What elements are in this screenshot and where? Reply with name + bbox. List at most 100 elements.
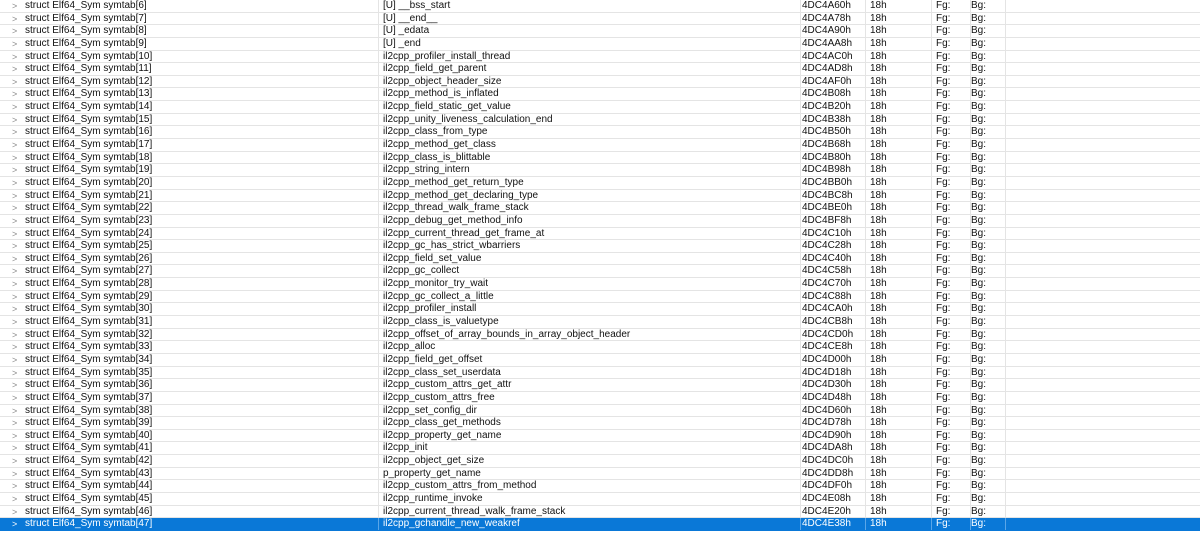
table-row[interactable]: > struct Elf64_Sym symtab[28] il2cpp_monit… [0, 278, 1200, 291]
expand-chevron-icon[interactable]: > [12, 506, 24, 518]
table-row[interactable]: > struct Elf64_Sym symtab[19] il2cpp_strin… [0, 164, 1200, 177]
table-row[interactable]: > struct Elf64_Sym symtab[9] [U] _end 4DC4A… [0, 37, 1200, 51]
expand-chevron-icon[interactable]: > [12, 316, 24, 328]
field-value-cell: il2cpp_property_get_name [383, 429, 801, 442]
expand-chevron-icon[interactable]: > [12, 164, 24, 176]
expand-chevron-icon[interactable]: > [12, 253, 24, 265]
expand-chevron-icon[interactable]: > [12, 126, 24, 138]
expand-chevron-icon[interactable]: > [12, 25, 24, 37]
table-row[interactable]: > struct Elf64_Sym symtab[37] il2cpp_custo… [0, 391, 1200, 405]
table-row[interactable]: > struct Elf64_Sym symtab[39] il2cpp_class… [0, 417, 1200, 430]
expand-chevron-icon[interactable]: > [12, 0, 24, 12]
expand-chevron-icon[interactable]: > [12, 430, 24, 442]
expand-chevron-icon[interactable]: > [12, 240, 24, 252]
expand-chevron-icon[interactable]: > [12, 367, 24, 379]
table-row[interactable]: > struct Elf64_Sym symtab[47] il2cpp_gchan… [0, 518, 1200, 531]
expand-chevron-icon[interactable]: > [12, 392, 24, 404]
table-row[interactable]: > struct Elf64_Sym symtab[40] il2cpp_prope… [0, 429, 1200, 443]
expand-chevron-icon[interactable]: > [12, 480, 24, 492]
expand-chevron-icon[interactable]: > [12, 13, 24, 25]
field-fg-cell: Fg: [936, 214, 971, 227]
table-row[interactable]: > struct Elf64_Sym symtab[16] il2cpp_class… [0, 126, 1200, 140]
empty-cell [1006, 405, 1200, 417]
empty-cell [1006, 114, 1200, 126]
field-bg-cell: Bg: [971, 290, 1006, 303]
expand-chevron-icon[interactable]: > [12, 303, 24, 315]
field-value-cell: il2cpp_current_thread_get_frame_at [383, 227, 801, 240]
expand-chevron-icon[interactable]: > [12, 177, 24, 189]
table-row[interactable]: > struct Elf64_Sym symtab[15] il2cpp_unity… [0, 113, 1200, 127]
table-row[interactable]: > struct Elf64_Sym symtab[42] il2cpp_objec… [0, 455, 1200, 468]
table-row[interactable]: > struct Elf64_Sym symtab[13] il2cpp_metho… [0, 88, 1200, 102]
expand-chevron-icon[interactable]: > [12, 88, 24, 100]
table-row[interactable]: > struct Elf64_Sym symtab[32] il2cpp_offse… [0, 328, 1200, 342]
expand-chevron-icon[interactable]: > [12, 76, 24, 88]
table-row[interactable]: > struct Elf64_Sym symtab[44] il2cpp_custo… [0, 480, 1200, 493]
field-value-cell: il2cpp_init [383, 442, 801, 454]
expand-chevron-icon[interactable]: > [12, 493, 24, 505]
table-row[interactable]: > struct Elf64_Sym symtab[31] il2cpp_class… [0, 316, 1200, 329]
expand-chevron-icon[interactable]: > [12, 152, 24, 164]
table-row[interactable]: > struct Elf64_Sym symtab[43] p_property_g… [0, 467, 1200, 481]
table-row[interactable]: > struct Elf64_Sym symtab[35] il2cpp_class… [0, 366, 1200, 380]
table-row[interactable]: > struct Elf64_Sym symtab[36] il2cpp_custo… [0, 379, 1200, 392]
expand-chevron-icon[interactable]: > [12, 291, 24, 303]
expand-chevron-icon[interactable]: > [12, 442, 24, 454]
table-row[interactable]: > struct Elf64_Sym symtab[23] il2cpp_debug… [0, 214, 1200, 228]
expand-chevron-icon[interactable]: > [12, 215, 24, 227]
expand-chevron-icon[interactable]: > [12, 405, 24, 417]
expand-chevron-icon[interactable]: > [12, 354, 24, 366]
expand-chevron-icon[interactable]: > [12, 51, 24, 63]
field-fg-cell: Fg: [936, 341, 971, 353]
expand-chevron-icon[interactable]: > [12, 139, 24, 151]
empty-cell [1006, 240, 1200, 252]
table-row[interactable]: > struct Elf64_Sym symtab[26] il2cpp_field… [0, 252, 1200, 266]
expand-chevron-icon[interactable]: > [12, 329, 24, 341]
table-row[interactable]: > struct Elf64_Sym symtab[6] [U] __bss_sta… [0, 0, 1200, 13]
expand-chevron-icon[interactable]: > [12, 518, 24, 530]
table-row[interactable]: > struct Elf64_Sym symtab[10] il2cpp_profi… [0, 50, 1200, 64]
expand-chevron-icon[interactable]: > [12, 278, 24, 290]
table-row[interactable]: > struct Elf64_Sym symtab[22] il2cpp_threa… [0, 202, 1200, 215]
field-value-cell: il2cpp_class_is_valuetype [383, 316, 801, 328]
table-row[interactable]: > struct Elf64_Sym symtab[25] il2cpp_gc_ha… [0, 240, 1200, 253]
table-row[interactable]: > struct Elf64_Sym symtab[45] il2cpp_runti… [0, 492, 1200, 506]
expand-chevron-icon[interactable]: > [12, 114, 24, 126]
table-row[interactable]: > struct Elf64_Sym symtab[20] il2cpp_metho… [0, 176, 1200, 190]
empty-cell [1006, 442, 1200, 454]
table-row[interactable]: > struct Elf64_Sym symtab[21] il2cpp_metho… [0, 189, 1200, 203]
table-row[interactable]: > struct Elf64_Sym symtab[46] il2cpp_curre… [0, 505, 1200, 519]
expand-chevron-icon[interactable]: > [12, 379, 24, 391]
empty-cell [1006, 392, 1200, 404]
expand-chevron-icon[interactable]: > [12, 228, 24, 240]
table-row[interactable]: > struct Elf64_Sym symtab[11] il2cpp_field… [0, 63, 1200, 76]
expand-chevron-icon[interactable]: > [12, 63, 24, 75]
table-row[interactable]: > struct Elf64_Sym symtab[33] il2cpp_alloc… [0, 341, 1200, 354]
table-row[interactable]: > struct Elf64_Sym symtab[17] il2cpp_metho… [0, 139, 1200, 152]
field-fg-cell: Fg: [936, 429, 971, 442]
table-row[interactable]: > struct Elf64_Sym symtab[34] il2cpp_field… [0, 353, 1200, 367]
table-row[interactable]: > struct Elf64_Sym symtab[29] il2cpp_gc_co… [0, 290, 1200, 304]
expand-chevron-icon[interactable]: > [12, 38, 24, 50]
table-row[interactable]: > struct Elf64_Sym symtab[7] [U] __end__ 4D… [0, 12, 1200, 26]
field-size-cell: 18h [870, 391, 932, 404]
field-size-cell: 18h [870, 366, 932, 379]
table-row[interactable]: > struct Elf64_Sym symtab[27] il2cpp_gc_co… [0, 265, 1200, 279]
table-row[interactable]: > struct Elf64_Sym symtab[18] il2cpp_class… [0, 151, 1200, 165]
table-row[interactable]: > struct Elf64_Sym symtab[30] il2cpp_profi… [0, 303, 1200, 317]
table-row[interactable]: > struct Elf64_Sym symtab[41] il2cpp_init 4… [0, 442, 1200, 456]
expand-chevron-icon[interactable]: > [12, 341, 24, 353]
expand-chevron-icon[interactable]: > [12, 468, 24, 480]
table-row[interactable]: > struct Elf64_Sym symtab[24] il2cpp_curre… [0, 227, 1200, 241]
expand-chevron-icon[interactable]: > [12, 202, 24, 214]
expand-chevron-icon[interactable]: > [12, 101, 24, 113]
expand-chevron-icon[interactable]: > [12, 417, 24, 429]
expand-chevron-icon[interactable]: > [12, 455, 24, 467]
table-row[interactable]: > struct Elf64_Sym symtab[8] [U] _edata 4DC… [0, 25, 1200, 38]
table-row[interactable]: > struct Elf64_Sym symtab[14] il2cpp_field… [0, 101, 1200, 114]
expand-chevron-icon[interactable]: > [12, 265, 24, 277]
table-row[interactable]: > struct Elf64_Sym symtab[12] il2cpp_objec… [0, 75, 1200, 89]
expand-chevron-icon[interactable]: > [12, 190, 24, 202]
field-bg-cell: Bg: [971, 126, 1006, 138]
table-row[interactable]: > struct Elf64_Sym symtab[38] il2cpp_set_c… [0, 404, 1200, 418]
